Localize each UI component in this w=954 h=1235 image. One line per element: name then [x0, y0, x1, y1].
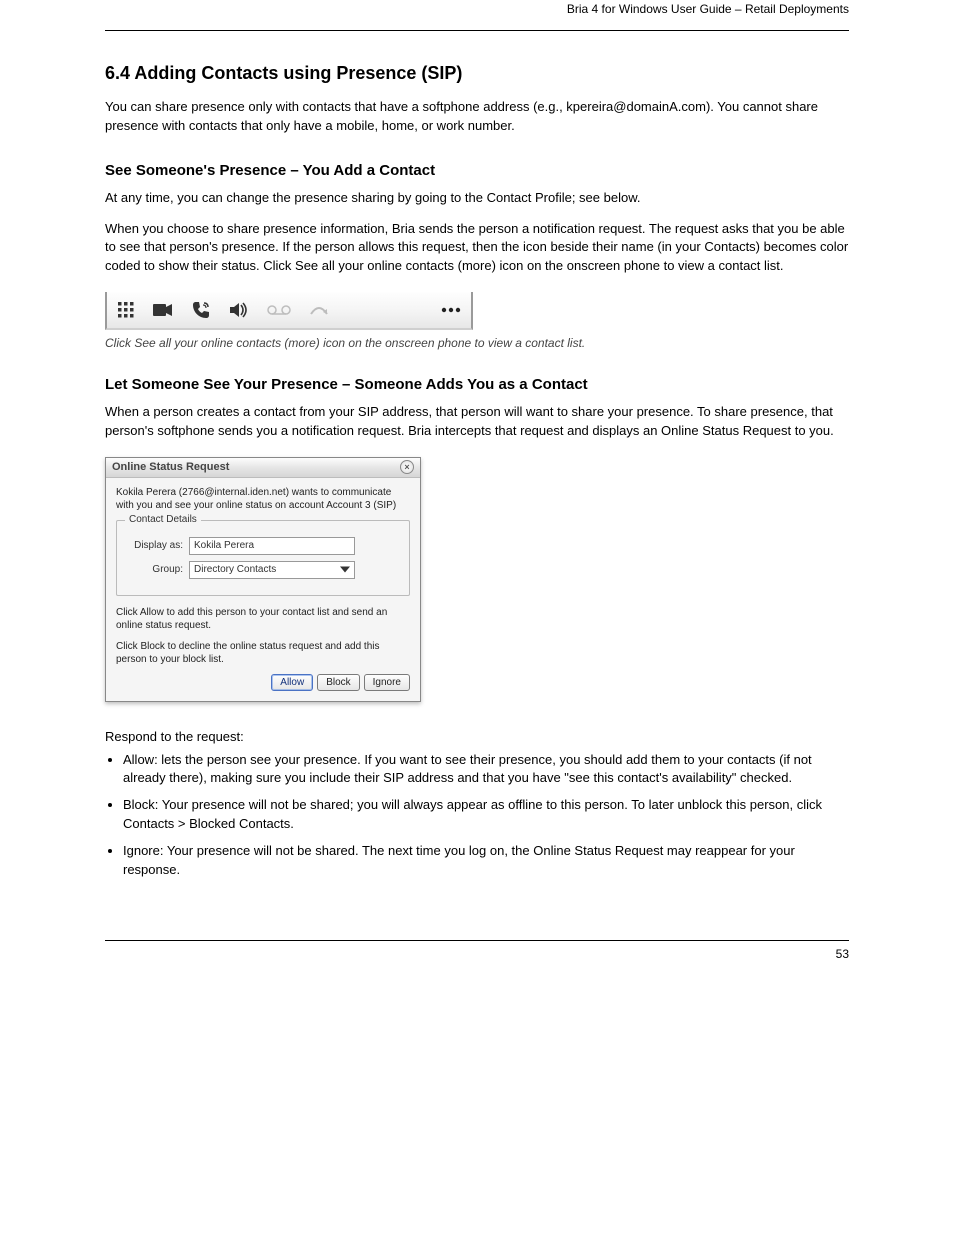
group-label: Group:	[125, 564, 183, 575]
dialog-titlebar: Online Status Request ×	[106, 458, 420, 478]
close-icon[interactable]: ×	[400, 460, 414, 474]
bullet-ignore: Ignore: Your presence will not be shared…	[123, 842, 849, 880]
toolbar-caption: Click See all your online contacts (more…	[105, 336, 849, 350]
section3-para1: Respond to the request:	[105, 728, 849, 747]
dialog-help1: Click Allow to add this person to your c…	[116, 606, 410, 632]
response-bullets: Allow: lets the person see your presence…	[123, 751, 849, 880]
section2-para1: When a person creates a contact from you…	[105, 403, 849, 441]
redo-icon[interactable]	[309, 304, 329, 316]
header-right-text: Bria 4 for Windows User Guide – Retail D…	[105, 2, 849, 16]
allow-button[interactable]: Allow	[271, 674, 313, 691]
chevron-down-icon	[340, 564, 350, 575]
dialpad-icon[interactable]	[117, 301, 135, 319]
block-button[interactable]: Block	[317, 674, 359, 691]
dialog-button-row: Allow Block Ignore	[116, 674, 410, 691]
softphone-toolbar	[105, 292, 473, 330]
section1-para3: When you choose to share presence inform…	[105, 220, 849, 277]
fieldset-legend: Contact Details	[125, 514, 201, 525]
online-status-dialog: Online Status Request × Kokila Perera (2…	[105, 457, 421, 702]
dialog-help2: Click Block to decline the online status…	[116, 640, 410, 666]
bullet-allow: Allow: lets the person see your presence…	[123, 751, 849, 789]
section1-sub1: See Someone's Presence – You Add a Conta…	[105, 162, 849, 179]
display-as-input[interactable]	[189, 537, 355, 555]
voicemail-icon[interactable]	[267, 304, 291, 316]
dialog-title: Online Status Request	[112, 461, 229, 473]
call-icon[interactable]	[191, 300, 211, 320]
section1-para2: At any time, you can change the presence…	[105, 189, 849, 208]
speaker-icon[interactable]	[229, 301, 249, 319]
group-select[interactable]: Directory Contacts	[189, 561, 355, 579]
top-rule	[105, 30, 849, 31]
section1-para1: You can share presence only with contact…	[105, 98, 849, 136]
toolbar-figure: Click See all your online contacts (more…	[105, 292, 849, 350]
page-number: 53	[836, 947, 849, 961]
more-icon[interactable]	[441, 307, 461, 313]
dialog-message: Kokila Perera (2766@internal.iden.net) w…	[116, 486, 410, 512]
contact-details-fieldset: Contact Details Display as: Group: Direc…	[116, 520, 410, 596]
section2-title: Let Someone See Your Presence – Someone …	[105, 376, 849, 393]
dialog-figure: Online Status Request × Kokila Perera (2…	[105, 457, 849, 702]
group-select-value: Directory Contacts	[194, 564, 276, 575]
bullet-block: Block: Your presence will not be shared;…	[123, 796, 849, 834]
page-footer: 53	[105, 940, 849, 961]
display-as-label: Display as:	[125, 540, 183, 551]
video-icon[interactable]	[153, 303, 173, 317]
ignore-button[interactable]: Ignore	[364, 674, 410, 691]
section-title-1: 6.4 Adding Contacts using Presence (SIP)	[105, 63, 849, 84]
